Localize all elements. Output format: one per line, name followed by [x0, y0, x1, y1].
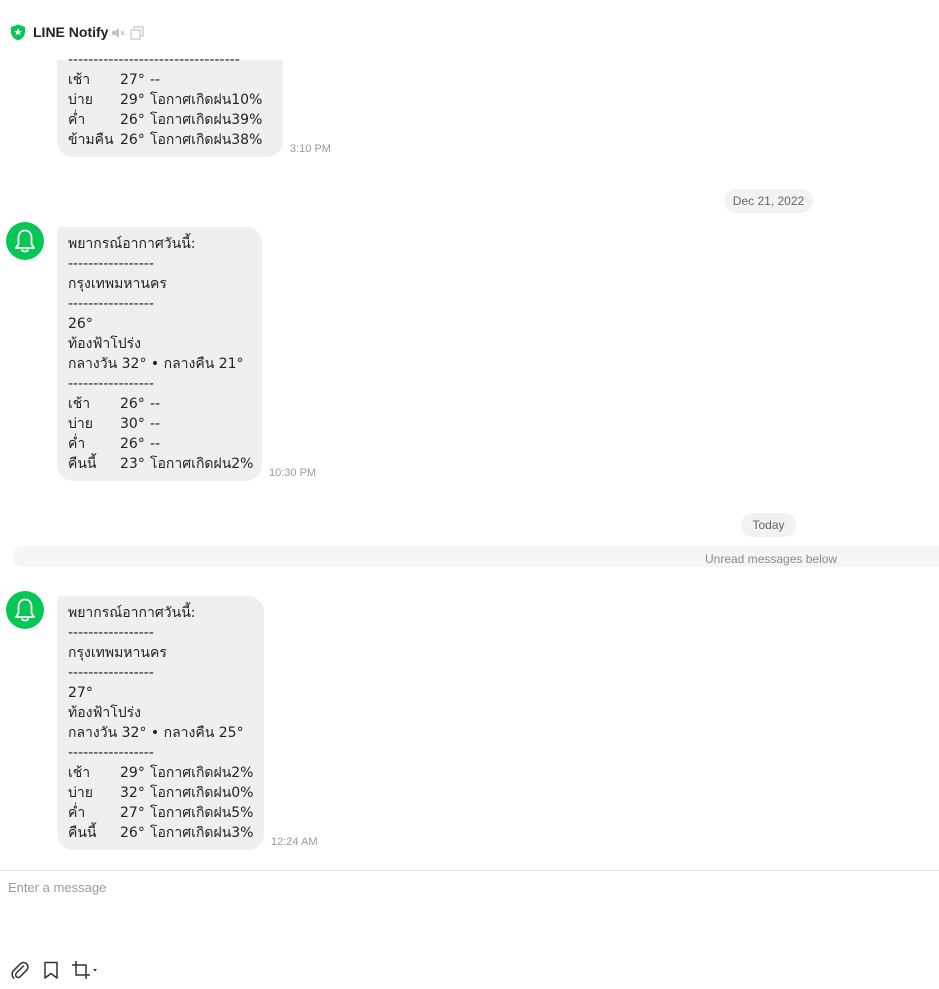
crop-icon[interactable] [71, 960, 99, 980]
divider-line: ----------------- [68, 256, 154, 272]
bookmark-icon[interactable] [41, 960, 61, 980]
composer-divider [0, 870, 939, 871]
forecast-city: กรุงเทพมหานคร [68, 645, 167, 661]
forecast-heading: พยากรณ์อากาศวันนี้: [68, 605, 196, 621]
popout-window-icon[interactable] [130, 26, 144, 40]
shield-star-icon [11, 24, 25, 41]
message-bubble-partial[interactable]: ---------------------------------- เช้า 2… [57, 52, 283, 157]
paperclip-icon[interactable] [10, 960, 30, 980]
forecast-row: คืนนี้ 26° โอกาศเกิดฝน3% [68, 825, 254, 841]
current-temp: 26° [68, 316, 93, 332]
date-separator: Dec 21, 2022 [724, 189, 813, 213]
bell-avatar-icon[interactable] [6, 591, 44, 629]
message-timestamp: 10:30 PM [269, 467, 317, 479]
forecast-row: บ่าย 30° -- [68, 416, 161, 432]
day-night-temp: กลางวัน 32° • กลางคืน 25° [68, 725, 244, 741]
forecast-city: กรุงเทพมหานคร [68, 276, 167, 292]
divider-line: ----------------- [68, 376, 154, 392]
forecast-row: เช้า 29° โอกาศเกิดฝน2% [68, 765, 254, 781]
day-night-temp: กลางวัน 32° • กลางคืน 21° [68, 356, 244, 372]
sky-condition: ท้องฟ้าโปร่ง [68, 705, 142, 721]
forecast-row: บ่าย 32° โอกาศเกิดฝน0% [68, 785, 254, 801]
speaker-mute-icon[interactable] [111, 26, 125, 40]
date-separator: Today [741, 513, 796, 537]
message-timestamp: 3:10 PM [290, 143, 331, 155]
divider-line: ----------------- [68, 625, 154, 641]
bell-avatar-icon[interactable] [6, 222, 44, 260]
forecast-row: บ่าย 29° โอกาศเกิดฝน10% [68, 92, 263, 108]
current-temp: 27° [68, 685, 93, 701]
divider-line: ---------------------------------- [68, 52, 240, 68]
unread-label: Unread messages below [705, 552, 838, 566]
message-bubble[interactable]: พยากรณ์อากาศวันนี้: ----------------- กร… [57, 227, 262, 481]
sky-condition: ท้องฟ้าโปร่ง [68, 336, 142, 352]
chat-title[interactable]: LINE Notify [33, 24, 108, 40]
divider-line: ----------------- [68, 745, 154, 761]
message-input[interactable] [8, 880, 928, 940]
forecast-row: ค่ำ 26° -- [68, 436, 161, 452]
message-bubble[interactable]: พยากรณ์อากาศวันนี้: ----------------- กร… [57, 596, 264, 850]
forecast-row: เช้า 27° -- [68, 72, 161, 88]
forecast-row: เช้า 26° -- [68, 396, 161, 412]
forecast-row: คืนนี้ 23° โอกาศเกิดฝน2% [68, 456, 254, 472]
forecast-row: ค่ำ 26° โอกาศเกิดฝน39% [68, 112, 263, 128]
divider-line: ----------------- [68, 665, 154, 681]
message-timestamp: 12:24 AM [271, 836, 318, 848]
forecast-row: ข้ามคืน 26° โอกาศเกิดฝน38% [68, 132, 263, 148]
forecast-row: ค่ำ 27° โอกาศเกิดฝน5% [68, 805, 254, 821]
forecast-heading: พยากรณ์อากาศวันนี้: [68, 236, 196, 252]
divider-line: ----------------- [68, 296, 154, 312]
